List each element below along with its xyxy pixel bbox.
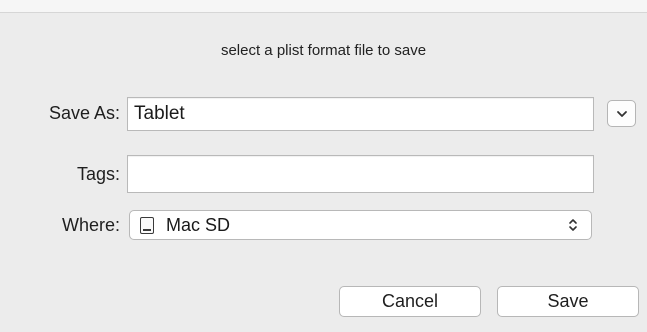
- dialog-message: select a plist format file to save: [220, 42, 427, 59]
- save-button-label: Save: [547, 291, 589, 311]
- updown-chevron-icon: [563, 217, 583, 233]
- cancel-button[interactable]: Cancel: [339, 286, 481, 317]
- disk-icon: [140, 216, 154, 234]
- where-popup[interactable]: Mac SD: [129, 210, 592, 240]
- save-as-field[interactable]: Tablet: [127, 97, 594, 131]
- expand-button[interactable]: [607, 100, 636, 127]
- where-label: Where:: [61, 215, 120, 235]
- dialog-top-edge: [0, 0, 647, 13]
- tags-label: Tags:: [76, 164, 120, 184]
- save-as-value: Tablet: [134, 103, 185, 124]
- cancel-button-label: Cancel: [381, 291, 439, 311]
- save-dialog: select a plist format file to save Save …: [0, 0, 647, 332]
- save-button[interactable]: Save: [497, 286, 639, 317]
- save-as-label: Save As:: [48, 103, 120, 123]
- tags-field[interactable]: [127, 155, 594, 193]
- where-value: Mac SD: [166, 214, 231, 235]
- chevron-down-icon: [616, 105, 628, 123]
